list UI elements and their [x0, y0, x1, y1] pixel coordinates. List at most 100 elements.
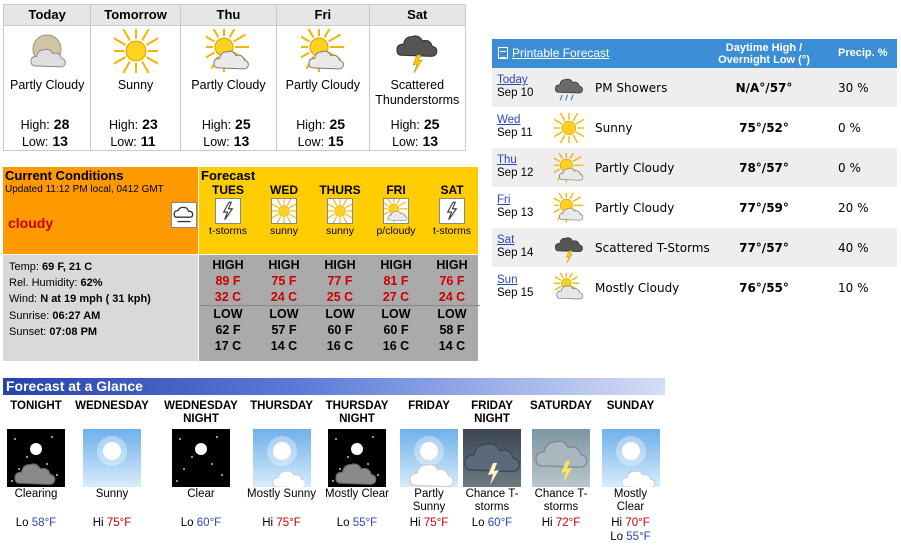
forecast-row-temp: N/A°/57°	[735, 81, 793, 95]
glance-temp: Hi 75°F	[409, 517, 449, 529]
glance-period-name: THURSDAY NIGHT	[325, 400, 389, 425]
forecast-day: TUES t-storms	[200, 184, 256, 238]
glance-period-name: THURSDAY	[250, 400, 313, 412]
day-link[interactable]: Wed	[497, 114, 533, 127]
summary-high: High: 28	[20, 116, 70, 132]
forecast-day-temps: HIGH 89 F 32 C LOW 62 F 17 C	[200, 257, 256, 354]
summary-day-name: Sat	[368, 4, 467, 26]
forecast-day-name: FRI	[386, 183, 406, 197]
partly-cloudy-night-icon	[25, 29, 69, 73]
low-label: LOW	[424, 305, 480, 322]
cloudy-icon	[171, 202, 197, 228]
glance-temp: Hi 75°F	[92, 517, 132, 529]
forecast-row-precip: 20 %	[838, 201, 869, 215]
day-link[interactable]: Fri	[497, 194, 533, 207]
glance-period: WEDNESDAY Sunny Hi 75°F	[72, 400, 152, 530]
glance-condition: Sunny	[95, 488, 129, 500]
summary-high: High: 25	[296, 116, 346, 132]
forecast-row-date: Sep 11	[497, 127, 533, 139]
forecast-row-temp: 77°/57°	[739, 241, 789, 255]
mostly-cloudy-icon	[553, 270, 584, 303]
low-label: LOW	[200, 305, 256, 322]
weather-image-icon	[601, 429, 660, 487]
lightning-icon	[439, 198, 465, 224]
summary-day: Partly Cloudy High: 28 Low: 13	[2, 25, 92, 151]
glance-period: WEDNESDAY NIGHT Clear Lo 60°F	[161, 400, 241, 530]
low-c: 16 C	[326, 339, 354, 353]
forecast-title: Forecast	[201, 168, 256, 183]
forecast-row-date: Sep 13	[497, 207, 534, 219]
day-link[interactable]: Sat	[497, 234, 533, 247]
document-icon	[498, 47, 508, 59]
summary-day: Partly Cloudy High: 25 Low: 15	[276, 22, 370, 151]
forecast-row-day: Sat Sep 14	[497, 234, 533, 260]
partly-cloudy-icon	[380, 195, 409, 224]
forecast-day-temps: HIGH 77 F 25 C LOW 60 F 16 C	[312, 257, 368, 354]
low-c: 14 C	[438, 339, 466, 353]
forecast-day-temps: HIGH 76 F 24 C LOW 58 F 14 C	[424, 257, 480, 354]
forecast-day-name: SAT	[440, 183, 464, 197]
printable-forecast-link[interactable]: Printable Forecast	[498, 46, 609, 60]
forecast-at-a-glance: Forecast at a Glance TONIGHT Clearing Lo…	[3, 378, 665, 546]
forecast-day-temps: HIGH 75 F 24 C LOW 57 F 14 C	[256, 257, 312, 354]
forecast-day-name: THURS	[319, 183, 361, 197]
partly-cloudy-icon	[293, 22, 345, 73]
printable-forecast-header: Printable Forecast Daytime High / Overni…	[492, 39, 897, 68]
summary-condition: Partly Cloudy	[10, 78, 85, 92]
glance-period-name: FRIDAY	[408, 400, 450, 412]
day-link[interactable]: Sun	[497, 274, 533, 287]
low-c: 17 C	[214, 339, 242, 353]
printable-forecast-panel: Printable Forecast Daytime High / Overni…	[492, 39, 897, 308]
sunrise-line: Sunrise: 06:27 AM	[9, 310, 101, 322]
weather-image-icon	[328, 429, 386, 487]
sunny-icon	[106, 22, 165, 80]
weather-image-icon	[463, 429, 521, 487]
glance-period-name: FRIDAY NIGHT	[471, 400, 513, 425]
glance-period: TONIGHT Clearing Lo 58°F	[6, 400, 66, 530]
low-label: LOW	[368, 305, 424, 322]
glance-temp: Hi 72°F	[541, 517, 581, 529]
summary-low: Low: 13	[21, 133, 68, 149]
glance-period-name: TONIGHT	[10, 400, 62, 412]
weather-image-icon	[400, 429, 458, 487]
weather-image-icon	[172, 429, 230, 487]
high-label: HIGH	[324, 258, 356, 272]
summary-low: Low: 13	[203, 133, 250, 149]
glance-period: SUNDAY Mostly Clear Hi 70°F Lo 55°F	[599, 400, 662, 544]
glance-condition: Mostly Sunny	[246, 488, 317, 500]
glance-condition: Mostly Clear	[325, 488, 389, 500]
glance-period-name: SATURDAY	[530, 400, 592, 412]
forecast-row-condition: Sunny	[595, 121, 633, 135]
high-label: HIGH	[268, 258, 300, 272]
glance-period: SATURDAY Chance T-storms Hi 72°F	[526, 400, 596, 530]
high-f: 77 F	[327, 274, 353, 288]
summary-day-name: Thu	[179, 4, 278, 26]
forecast-row-day: Wed Sep 11	[497, 114, 533, 140]
glance-temp: Hi 70°F	[611, 517, 650, 529]
glance-condition: Clear	[187, 488, 215, 500]
forecast-row-temp: 75°/52°	[739, 121, 789, 135]
low-f: 62 F	[215, 323, 241, 337]
sunset-line: Sunset: 07:08 PM	[9, 326, 98, 338]
high-c: 27 C	[382, 290, 410, 304]
day-link[interactable]: Thu	[497, 154, 533, 167]
forecast-row: Today Sep 10 PM Showers N/A°/57° 30 %	[492, 68, 897, 108]
forecast-row-precip: 0 %	[838, 121, 861, 135]
forecast-row-date: Sep 12	[497, 167, 534, 179]
forecast-row-day: Fri Sep 13	[497, 194, 533, 220]
high-f: 81 F	[383, 274, 409, 288]
high-f: 76 F	[439, 274, 465, 288]
summary-day: Partly Cloudy High: 25 Low: 13	[179, 22, 278, 151]
forecast-day-label: sunny	[325, 225, 355, 237]
precip-column-header: Precip. %	[838, 47, 888, 59]
forecast-row-precip: 0 %	[838, 161, 861, 175]
sun-icon	[324, 195, 356, 227]
weather-image-icon	[83, 429, 141, 487]
summary-day-name: Fri	[276, 4, 370, 26]
current-condition: cloudy	[8, 215, 54, 231]
high-c: 24 C	[438, 290, 466, 304]
day-link[interactable]: Today	[497, 74, 533, 87]
summary-condition: Sunny	[117, 78, 154, 92]
high-label: HIGH	[436, 258, 468, 272]
forecast-row-condition: Partly Cloudy	[595, 161, 675, 175]
